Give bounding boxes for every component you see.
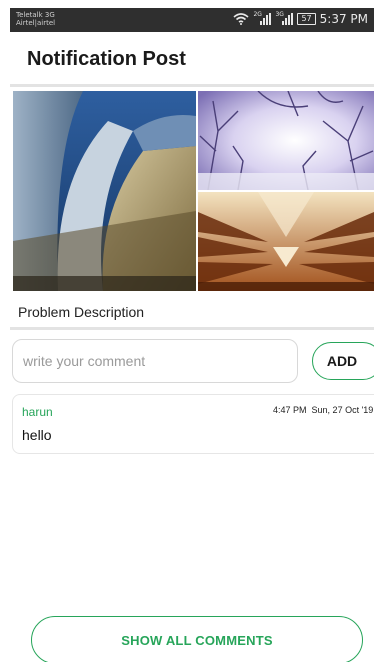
sim2-network-tag: 3G <box>275 11 284 18</box>
comment-timestamp: 4:47 PM Sun, 27 Oct '19 <box>273 405 373 415</box>
problem-description: Problem Description <box>18 304 145 320</box>
comment-author: harun <box>22 405 53 419</box>
carrier-2: Airtel|airtel <box>16 19 56 27</box>
building-interior-photo[interactable] <box>198 192 374 291</box>
page-title: Notification Post <box>27 48 186 70</box>
status-time: 5:37 PM <box>319 12 368 26</box>
comment-input[interactable] <box>12 339 298 383</box>
signal-icon: 3G <box>275 11 294 25</box>
divider <box>10 84 374 87</box>
signal-icon: 2G <box>253 11 272 25</box>
show-all-comments-button[interactable]: SHOW ALL COMMENTS <box>31 616 363 662</box>
status-icons: 2G 3G 57 5:37 PM <box>233 11 368 26</box>
carrier-1: Teletalk 3G <box>16 11 55 19</box>
wifi-icon <box>233 13 249 25</box>
comment-time: 4:47 PM <box>273 405 307 415</box>
image-grid <box>13 91 374 291</box>
carrier-names: Teletalk 3G Airtel|airtel <box>16 11 55 27</box>
status-bar: Teletalk 3G Airtel|airtel 2G 3G 57 5:37 … <box>10 8 374 32</box>
add-comment-button[interactable]: ADD <box>312 342 374 380</box>
comment-date: Sun, 27 Oct '19 <box>311 405 374 415</box>
comment-text: hello <box>22 427 52 443</box>
snowy-trees-photo[interactable] <box>198 91 374 190</box>
divider <box>10 327 374 330</box>
comment-card: harun 4:47 PM Sun, 27 Oct '19 hello <box>12 394 374 454</box>
architecture-photo[interactable] <box>13 91 196 291</box>
battery-icon: 57 <box>297 13 316 25</box>
sim1-network-tag: 2G <box>253 11 262 18</box>
